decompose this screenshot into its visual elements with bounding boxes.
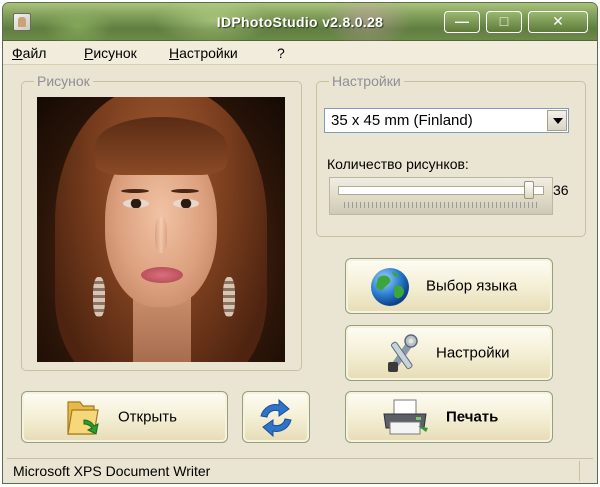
refresh-arrows-icon [260, 398, 292, 438]
status-divider [579, 461, 581, 481]
menu-help[interactable]: ? [277, 45, 285, 61]
photo-earring [223, 277, 235, 317]
portrait-photo [37, 97, 285, 362]
photo-eye [173, 199, 199, 208]
photo-earring [93, 277, 105, 317]
photo-eye [123, 199, 149, 208]
photo-fringe [95, 117, 227, 175]
status-bar: Microsoft XPS Document Writer [7, 458, 593, 482]
slider-ticks [344, 202, 540, 208]
picture-group-label: Рисунок [34, 73, 93, 89]
slider-thumb[interactable] [524, 181, 535, 199]
menu-settings[interactable]: Настройки [169, 45, 238, 61]
photo-nose [155, 217, 167, 253]
print-button[interactable]: Печать [345, 391, 553, 443]
minimize-button[interactable]: — [444, 11, 480, 33]
globe-icon [371, 268, 409, 306]
picture-group: Рисунок [21, 73, 302, 371]
settings-button-label: Настройки [436, 344, 510, 362]
menu-file[interactable]: Файл [12, 45, 46, 61]
title-bar[interactable]: IDPhotoStudio v2.8.0.28 — □ ✕ [3, 3, 597, 48]
language-button-label: Выбор языка [426, 277, 518, 295]
open-button[interactable]: Открыть [21, 391, 228, 443]
menu-picture[interactable]: Рисунок [84, 45, 137, 61]
photo-count-slider[interactable] [329, 177, 553, 215]
chevron-down-icon[interactable] [547, 110, 567, 131]
language-button[interactable]: Выбор языка [345, 258, 553, 314]
refresh-button[interactable] [242, 391, 310, 443]
photo-brow [121, 189, 149, 193]
printer-icon [383, 399, 428, 435]
folder-open-icon [67, 401, 99, 435]
photo-brow [171, 189, 199, 193]
slider-bar [338, 186, 544, 195]
photo-count-label: Количество рисунков: [327, 156, 469, 172]
printer-name: Microsoft XPS Document Writer [13, 463, 211, 479]
settings-group: Настройки 35 x 45 mm (Finland) Количеств… [316, 73, 586, 237]
photo-lips [141, 267, 183, 283]
settings-button[interactable]: Настройки [345, 325, 553, 381]
close-button[interactable]: ✕ [528, 11, 588, 33]
menu-bar: Файл Рисунок Настройки ? [3, 41, 597, 65]
photo-format-value: 35 x 45 mm (Finland) [331, 112, 473, 129]
photo-count-value: 36 [553, 182, 569, 198]
settings-group-label: Настройки [329, 73, 404, 89]
tools-icon [388, 334, 418, 372]
app-window: IDPhotoStudio v2.8.0.28 — □ ✕ Файл Рисун… [2, 2, 598, 484]
print-button-label: Печать [446, 408, 499, 426]
photo-format-select[interactable]: 35 x 45 mm (Finland) [324, 108, 569, 133]
maximize-button[interactable]: □ [486, 11, 522, 33]
open-button-label: Открыть [118, 408, 177, 426]
